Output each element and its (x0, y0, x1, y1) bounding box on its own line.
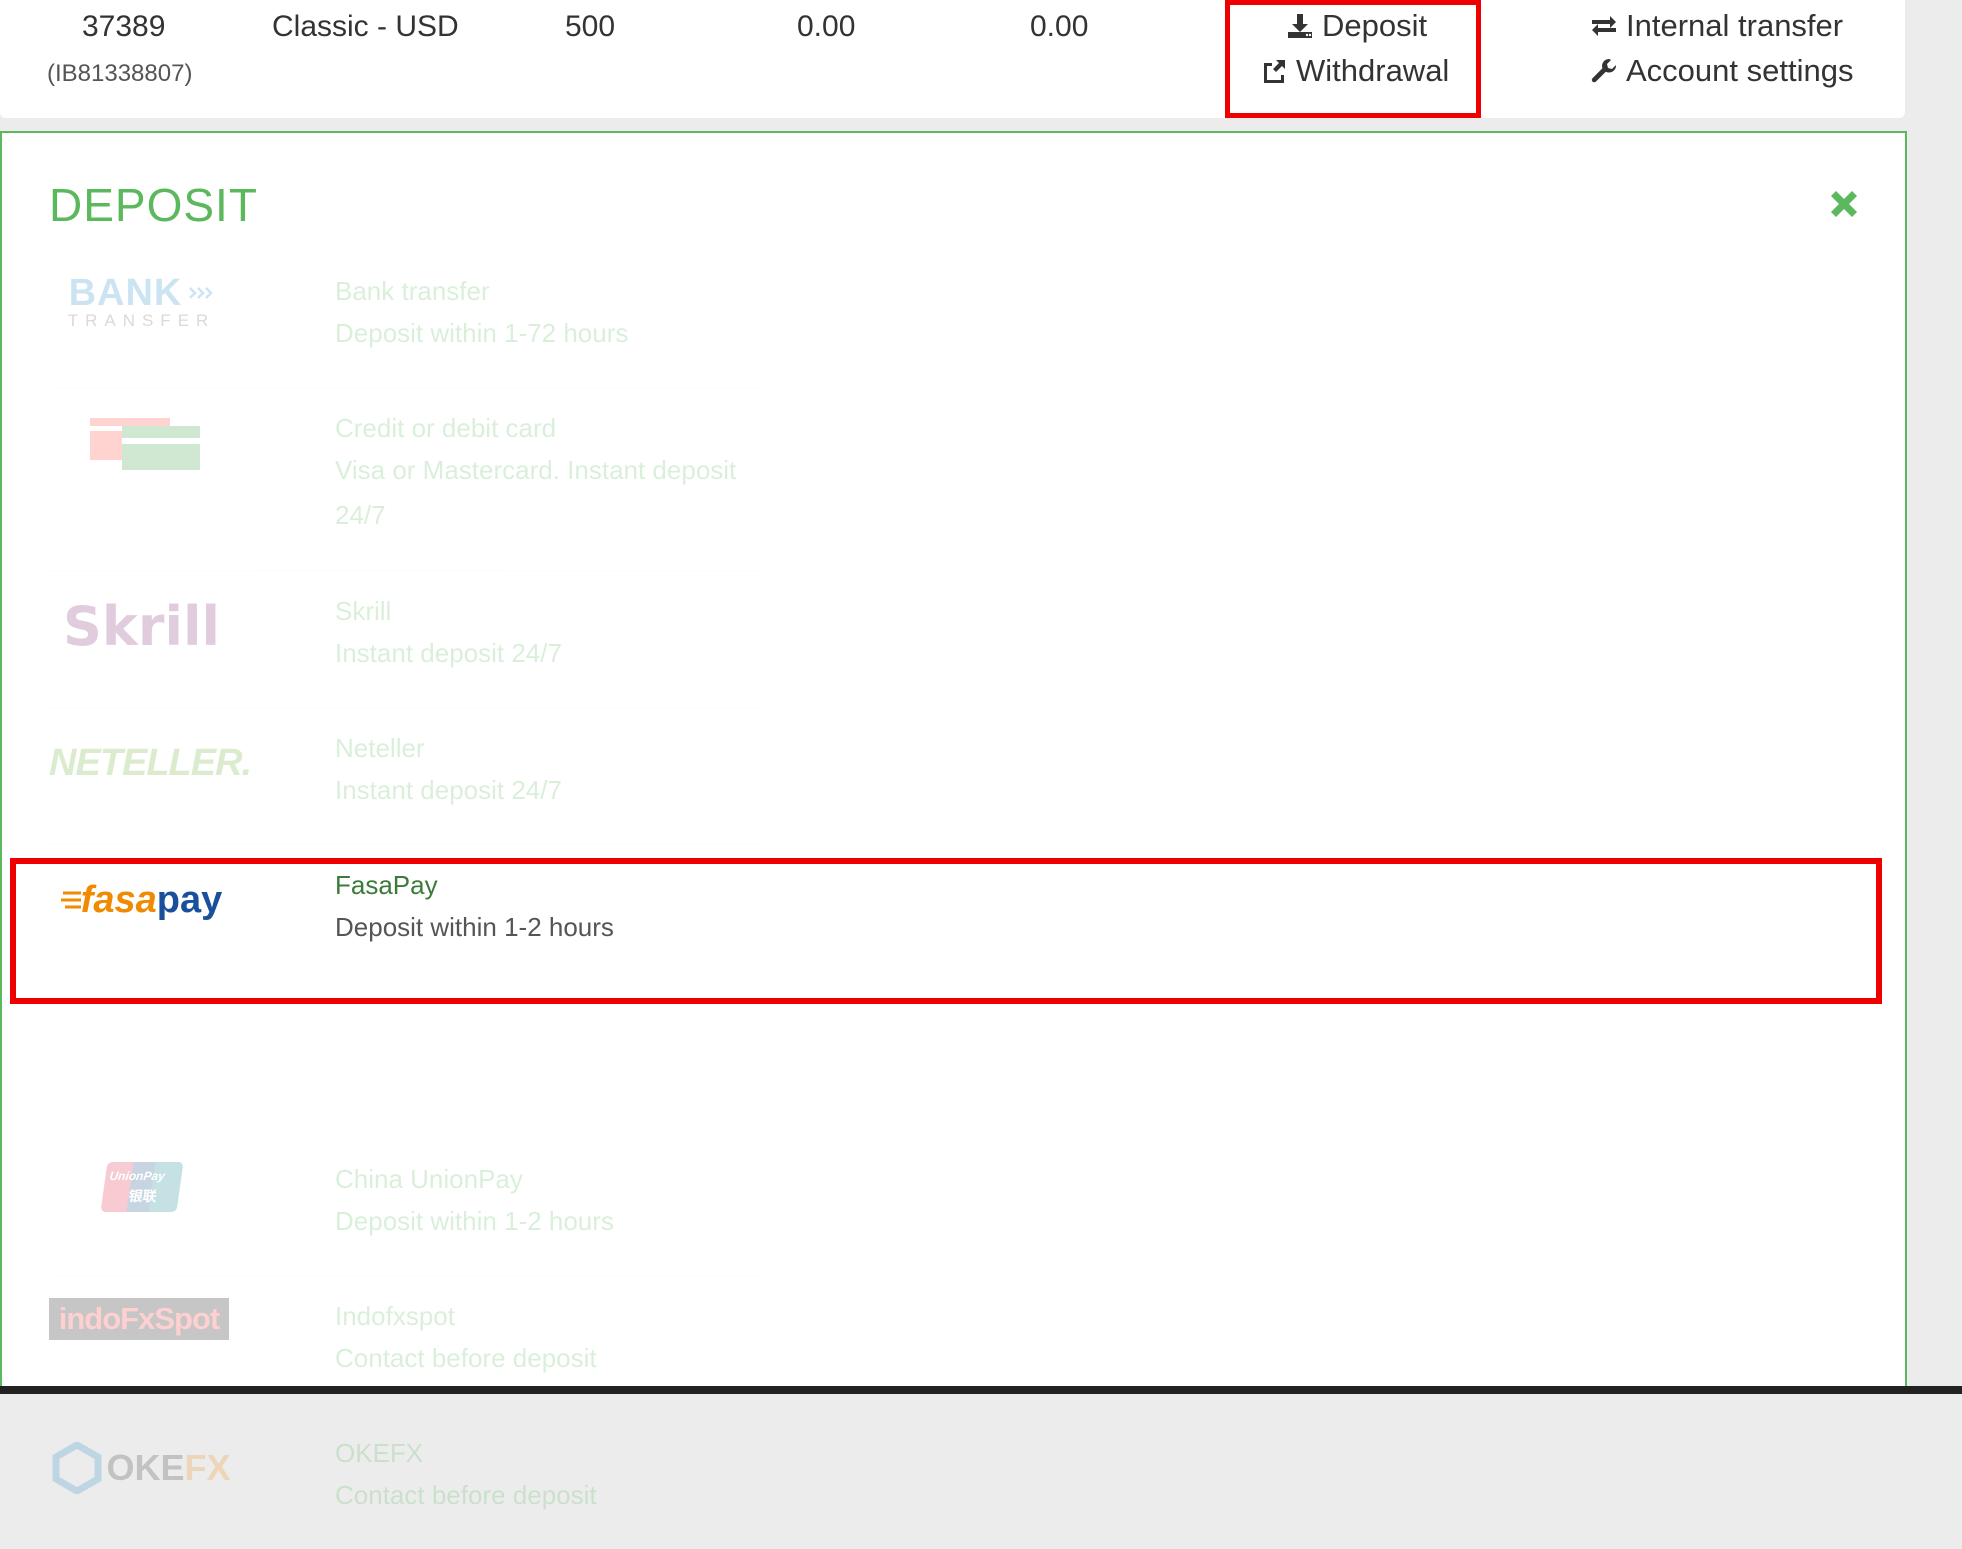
method-name: Neteller (335, 733, 425, 763)
method-name: Credit or debit card (335, 413, 557, 443)
skrill-logo-text: Skrill (63, 594, 220, 658)
wrench-icon (1591, 59, 1617, 83)
okefx-logo: OKE FX (49, 1433, 234, 1503)
download-icon (1288, 14, 1312, 38)
account-ib-code: (IB81338807) (47, 60, 193, 87)
neteller-logo-text: NETELLER. (49, 741, 252, 784)
method-desc: Contact before deposit (335, 1480, 597, 1510)
cards-icon (89, 417, 200, 470)
account-balance: 0.00 (797, 10, 856, 43)
panel-title: DEPOSIT (49, 179, 258, 231)
okefx-logo-fx: FX (184, 1447, 231, 1488)
unionpay-logo-text: UnionPay (108, 1169, 166, 1183)
indofxspot-logo: indoFxSpot (49, 1298, 229, 1340)
method-neteller[interactable]: NETELLER. Neteller Instant deposit 24/7 (49, 708, 764, 845)
account-equity: 0.00 (1030, 10, 1089, 43)
method-desc: Instant deposit 24/7 (335, 638, 562, 668)
method-desc: Deposit within 1-72 hours (335, 318, 629, 348)
bank-logo-sub: TRANSFER (67, 310, 216, 330)
method-name: Bank transfer (335, 276, 490, 306)
withdrawal-link[interactable]: Withdrawal (1260, 53, 1449, 89)
method-name: OKEFX (335, 1438, 424, 1468)
method-name: Skrill (335, 596, 392, 626)
fasapay-logo-fasa: fasa (80, 878, 157, 921)
account-leverage: 500 (565, 10, 616, 43)
bank-logo-text: BANK (68, 271, 183, 314)
method-desc: Visa or Mastercard. Instant deposit 24/7 (335, 455, 737, 530)
window-bottom-edge (0, 1386, 1962, 1394)
fasapay-logo: fasa pay (49, 865, 234, 935)
fasapay-logo-pay: pay (156, 878, 223, 921)
method-skrill[interactable]: Skrill Skrill Instant deposit 24/7 (49, 571, 764, 708)
method-okefx[interactable]: OKE FX OKEFX Contact before deposit (49, 1413, 764, 1549)
skrill-logo: Skrill (49, 591, 234, 661)
bank-transfer-logo: BANK TRANSFER (49, 261, 234, 341)
account-row: 37389 (IB81338807) Classic - USD 500 0.0… (0, 0, 1905, 118)
hexagon-icon (52, 1442, 102, 1494)
share-out-icon (1264, 60, 1285, 83)
account-type: Classic - USD (272, 10, 459, 43)
deposit-label: Deposit (1322, 8, 1428, 43)
account-settings-label: Account settings (1626, 53, 1854, 88)
method-desc: Contact before deposit (335, 1343, 597, 1373)
account-settings-link[interactable]: Account settings (1590, 53, 1853, 89)
chevrons-icon (189, 287, 214, 299)
indofxspot-logo-text: indoFxSpot (58, 1301, 220, 1336)
method-name: Indofxspot (335, 1301, 455, 1331)
deposit-panel: DEPOSIT BANK TRANSFER Bank transfer Depo… (0, 131, 1907, 1510)
method-credit-card[interactable]: Credit or debit card Visa or Mastercard.… (49, 388, 764, 571)
okefx-logo-oke: OKE (106, 1447, 185, 1488)
method-desc: Deposit within 1-2 hours (335, 1206, 614, 1236)
method-desc: Instant deposit 24/7 (335, 775, 562, 805)
close-icon[interactable] (1825, 185, 1863, 223)
transfer-arrows-icon (1592, 16, 1616, 36)
method-desc: Deposit within 1-2 hours (335, 912, 614, 942)
method-bank-transfer[interactable]: BANK TRANSFER Bank transfer Deposit with… (49, 251, 764, 388)
method-name: China UnionPay (335, 1164, 523, 1194)
method-unionpay[interactable]: UnionPay 银联 China UnionPay Deposit withi… (49, 1139, 764, 1276)
credit-card-logo (49, 408, 234, 478)
internal-transfer-link[interactable]: Internal transfer (1590, 8, 1843, 44)
account-number: 37389 (82, 10, 166, 43)
unionpay-logo-sub: 银联 (127, 1188, 158, 1204)
withdrawal-label: Withdrawal (1296, 53, 1450, 88)
internal-transfer-label: Internal transfer (1626, 8, 1844, 43)
deposit-link[interactable]: Deposit (1286, 8, 1427, 44)
unionpay-logo: UnionPay 银联 (49, 1147, 234, 1227)
method-fasapay[interactable]: fasa pay FasaPay Deposit within 1-2 hour… (49, 845, 764, 981)
method-name: FasaPay (335, 870, 438, 900)
neteller-logo: NETELLER. (2, 728, 282, 798)
